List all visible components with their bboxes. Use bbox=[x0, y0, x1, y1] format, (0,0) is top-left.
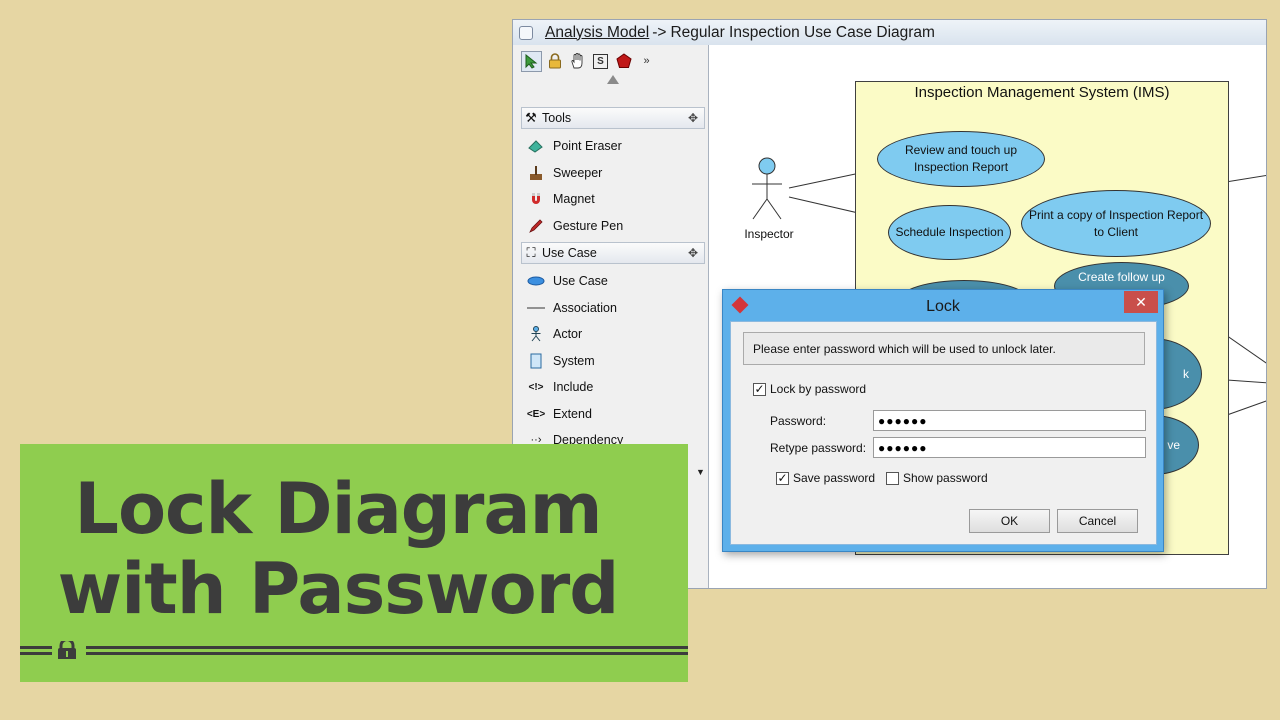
use-case-icon bbox=[527, 272, 545, 290]
tool-label: Use Case bbox=[553, 274, 608, 288]
show-password-checkbox[interactable]: Show password bbox=[886, 471, 988, 485]
tool-label: Actor bbox=[553, 327, 583, 341]
extend-icon: <E> bbox=[526, 408, 546, 420]
password-label: Password: bbox=[770, 414, 827, 428]
tools-section-label: Tools bbox=[542, 111, 572, 125]
system-icon bbox=[527, 352, 545, 370]
collapse-arrow-icon[interactable] bbox=[607, 75, 619, 84]
breadcrumb-separator: -> bbox=[652, 23, 667, 41]
actor-inspector-figure[interactable] bbox=[739, 157, 799, 237]
usecase-review-report[interactable]: Review and touch up Inspection Report bbox=[877, 131, 1045, 187]
ok-button[interactable]: OK bbox=[969, 509, 1050, 533]
move-icon[interactable]: ✥ bbox=[688, 111, 698, 125]
tool-include[interactable]: <!> Include bbox=[527, 376, 593, 398]
tool-label: System bbox=[553, 354, 595, 368]
include-icon: <!> bbox=[528, 381, 544, 393]
retype-password-field[interactable]: ●●●●●● bbox=[873, 437, 1146, 458]
pen-icon bbox=[527, 217, 545, 235]
association-icon bbox=[527, 299, 545, 317]
actor-label: Inspector bbox=[744, 227, 794, 241]
sweeper-icon bbox=[527, 164, 545, 182]
tool-label: Extend bbox=[553, 407, 592, 421]
banner-title-line1: Lock Diagram bbox=[74, 468, 602, 550]
dialog-message: Please enter password which will be used… bbox=[743, 332, 1145, 365]
checkbox-checked-icon[interactable]: ✓ bbox=[776, 471, 789, 485]
lock-by-password-label: Lock by password bbox=[770, 382, 867, 396]
password-field[interactable]: ●●●●●● bbox=[873, 410, 1146, 431]
pentagon-icon[interactable] bbox=[613, 51, 634, 72]
dialog-title: Lock bbox=[926, 298, 960, 315]
tool-label: Magnet bbox=[553, 192, 595, 206]
select-arrow-icon[interactable] bbox=[521, 50, 542, 72]
system-title: Inspection Management System (IMS) bbox=[914, 84, 1170, 101]
save-password-label: Save password bbox=[793, 471, 876, 485]
checkbox-unchecked-icon[interactable] bbox=[886, 471, 899, 485]
tool-label: Point Eraser bbox=[553, 139, 622, 153]
move-icon[interactable]: ✥ bbox=[688, 246, 698, 260]
more-chevron-icon[interactable]: » bbox=[636, 51, 657, 72]
tool-sweeper[interactable]: Sweeper bbox=[527, 162, 602, 184]
retype-password-label: Retype password: bbox=[770, 441, 867, 455]
s-icon[interactable]: S bbox=[590, 51, 611, 72]
tool-magnet[interactable]: Magnet bbox=[527, 188, 595, 210]
usecase-section-header[interactable]: ⛶ Use Case ✥ bbox=[521, 242, 705, 264]
banner-title-line2: with Password bbox=[57, 548, 620, 630]
diagram-name: Regular Inspection Use Case Diagram bbox=[670, 23, 935, 41]
banner-divider-with-lock-icon bbox=[20, 641, 688, 659]
show-password-label: Show password bbox=[903, 471, 988, 485]
tool-label: Sweeper bbox=[553, 166, 603, 180]
close-icon[interactable]: ✕ bbox=[1124, 291, 1158, 313]
breadcrumb-analysis-model[interactable]: Analysis Model bbox=[545, 24, 649, 42]
palette-toolbar: S » bbox=[521, 49, 657, 73]
lock-by-password-checkbox[interactable]: ✓ Lock by password bbox=[753, 382, 866, 396]
tool-gesture-pen[interactable]: Gesture Pen bbox=[527, 215, 623, 237]
eraser-icon bbox=[527, 137, 545, 155]
lock-dialog: Lock ✕ Please enter password which will … bbox=[722, 289, 1164, 552]
usecase-print-report[interactable]: Print a copy of Inspection Report to Cli… bbox=[1021, 190, 1211, 257]
cancel-button[interactable]: Cancel bbox=[1057, 509, 1138, 533]
usecase-schedule-inspection[interactable]: Schedule Inspection bbox=[888, 205, 1011, 260]
actor-icon bbox=[527, 325, 545, 343]
hand-icon[interactable] bbox=[567, 51, 588, 72]
magnet-icon bbox=[527, 190, 545, 208]
checkbox-checked-icon[interactable]: ✓ bbox=[753, 382, 766, 396]
tool-association[interactable]: Association bbox=[527, 297, 617, 319]
diagram-type-icon bbox=[519, 25, 533, 40]
tool-use-case[interactable]: Use Case bbox=[527, 270, 608, 292]
tool-label: Association bbox=[553, 301, 617, 315]
tools-section-header[interactable]: ⚒ Tools ✥ bbox=[521, 107, 705, 129]
save-password-checkbox[interactable]: ✓ Save password bbox=[776, 471, 875, 485]
title-banner: Lock Diagram with Password bbox=[20, 444, 688, 682]
tool-point-eraser[interactable]: Point Eraser bbox=[527, 135, 622, 157]
lock-icon[interactable] bbox=[544, 51, 565, 72]
diagram-title-bar: Analysis Model -> Regular Inspection Use… bbox=[513, 20, 1266, 46]
tool-actor[interactable]: Actor bbox=[527, 323, 582, 345]
tool-system[interactable]: System bbox=[527, 350, 595, 372]
usecase-section-label: Use Case bbox=[542, 246, 597, 260]
tools-icon: ⚒ bbox=[525, 110, 537, 125]
scroll-down-icon[interactable]: ▼ bbox=[696, 467, 705, 477]
usecase-section-icon: ⛶ bbox=[526, 245, 536, 260]
tool-label: Gesture Pen bbox=[553, 219, 624, 233]
tool-label: Include bbox=[553, 380, 594, 394]
tool-extend[interactable]: <E> Extend bbox=[527, 403, 592, 425]
